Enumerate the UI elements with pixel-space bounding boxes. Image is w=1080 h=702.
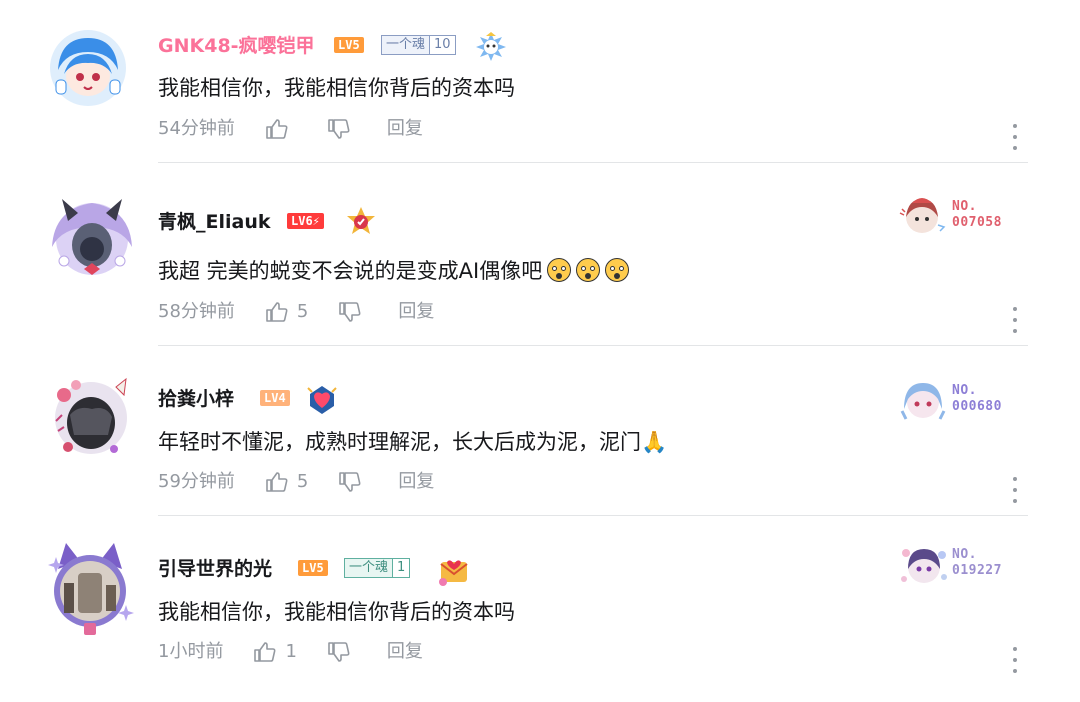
fan-medal[interactable]: 一个魂 10: [381, 35, 456, 55]
decoration-icon: [474, 31, 506, 61]
dislike-button[interactable]: [327, 640, 351, 664]
comment-time: 58分钟前: [158, 301, 235, 322]
comment-time: 54分钟前: [158, 118, 235, 139]
fan-card-number: NO. 007058: [952, 199, 1002, 230]
fan-card-number: NO. 019227: [952, 547, 1002, 578]
fan-medal-name: 一个魂: [386, 37, 426, 52]
avatar[interactable]: [44, 539, 136, 639]
avatar[interactable]: [50, 30, 126, 106]
reply-button[interactable]: 回复: [387, 640, 423, 664]
fan-card-badge[interactable]: NO. 000680: [898, 379, 1028, 429]
like-button[interactable]: 1: [253, 640, 297, 664]
fan-card-avatar: [899, 198, 946, 233]
fan-medal[interactable]: 一个魂 1: [344, 558, 411, 578]
like-button[interactable]: 5: [265, 300, 308, 324]
thumbs-down-icon: [339, 302, 361, 322]
fearful-emoji-icon: [547, 258, 572, 282]
dislike-button[interactable]: [338, 300, 362, 324]
comment-item: 引导世界的光 LV5 一个魂 1 NO. 019227 我能相信你，我能相信你背…: [0, 515, 1080, 702]
avatar[interactable]: [44, 189, 140, 285]
thumbs-up-icon: [266, 302, 288, 322]
fan-medal-name: 一个魂: [349, 560, 389, 575]
more-button[interactable]: [1008, 307, 1022, 333]
dislike-button[interactable]: [338, 470, 362, 494]
thumbs-down-icon: [328, 642, 350, 662]
fan-medal-level: 1: [392, 559, 410, 577]
username[interactable]: 拾粪小梓: [158, 387, 234, 411]
divider: [158, 162, 1028, 163]
decoration-icon: [437, 552, 468, 586]
decoration-icon: [345, 206, 375, 234]
username[interactable]: 引导世界的光: [158, 557, 272, 581]
reply-button[interactable]: 回复: [398, 300, 434, 324]
more-button[interactable]: [1008, 124, 1022, 150]
level-badge: LV5: [334, 37, 364, 53]
reply-button[interactable]: 回复: [398, 470, 434, 494]
decoration-icon: [306, 384, 337, 414]
comment-meta: 59分钟前 5 回复: [158, 470, 434, 494]
thumbs-down-icon: [339, 472, 361, 492]
comment-text: 我超 完美的蜕变不会说的是变成AI偶像吧: [158, 256, 630, 286]
level-badge: LV5: [298, 560, 328, 576]
fan-card-badge[interactable]: NO. 019227: [898, 543, 1028, 593]
avatar[interactable]: [48, 375, 134, 461]
thumbs-up-icon: [266, 119, 288, 139]
thumbs-up-icon: [254, 642, 276, 662]
fan-card-badge[interactable]: NO. 007058: [898, 195, 1028, 245]
fan-card-avatar: [901, 549, 947, 583]
username[interactable]: GNK48-疯嘤铠甲: [158, 34, 315, 58]
comment-meta: 54分钟前 回复: [158, 117, 423, 141]
fearful-emoji-icon: [605, 258, 630, 282]
level-badge: LV4: [260, 390, 290, 406]
comment-time: 59分钟前: [158, 471, 235, 492]
comment-text: 我能相信你，我能相信你背后的资本吗: [158, 76, 515, 100]
more-button[interactable]: [1008, 647, 1022, 673]
fan-medal-level: 10: [429, 36, 455, 54]
like-count: 5: [296, 471, 309, 492]
username[interactable]: 青枫_Eliauk: [158, 210, 271, 234]
thumbs-up-icon: [266, 472, 288, 492]
fan-card-number: NO. 000680: [952, 383, 1002, 414]
fearful-emoji-icon: [576, 258, 601, 282]
like-count: 1: [285, 641, 297, 662]
level-badge: LV6⚡: [287, 213, 324, 229]
comment-item: 青枫_Eliauk LV6⚡ NO. 007058 我超 完美的蜕变不会说的是变…: [0, 165, 1080, 346]
more-button[interactable]: [1008, 477, 1022, 503]
reply-button[interactable]: 回复: [387, 117, 423, 141]
fan-card-avatar: [900, 383, 946, 420]
comment-meta: 1小时前 1 回复: [158, 640, 423, 664]
like-button[interactable]: [265, 117, 297, 141]
like-count: 5: [296, 301, 309, 322]
comment-text: 年轻时不懂泥，成熟时理解泥，长大后成为泥，泥门🙏: [158, 430, 668, 454]
comment-text: 我能相信你，我能相信你背后的资本吗: [158, 600, 515, 624]
like-button[interactable]: 5: [265, 470, 308, 494]
comment-time: 1小时前: [158, 641, 224, 662]
comment-meta: 58分钟前 5 回复: [158, 300, 434, 324]
comment-item: GNK48-疯嘤铠甲 LV5 一个魂 10 我能相信你，我能相信你背后的资本吗 …: [0, 0, 1080, 165]
dislike-button[interactable]: [327, 117, 351, 141]
comment-item: 拾粪小梓 LV4 NO. 000680 年轻时不懂泥，成熟时理解泥，长大后成为泥…: [0, 345, 1080, 516]
thumbs-down-icon: [328, 119, 350, 139]
